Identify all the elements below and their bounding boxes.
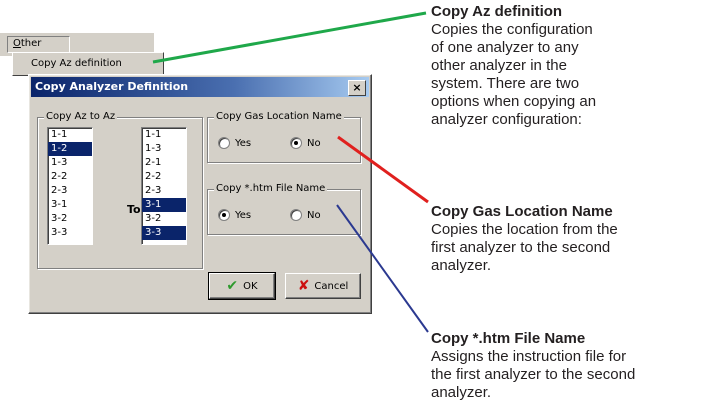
annotation-copy-az-definition: Copy Az definition Copies the configurat… [431, 3, 596, 129]
annotation-line: system. There are two [431, 75, 580, 92]
annotation-line: Copies the location from the [431, 221, 618, 238]
annotation-line: of one analyzer to any [431, 39, 579, 56]
annotation-line: Copies the configuration [431, 21, 593, 38]
annotation-line: first analyzer to the second [431, 239, 611, 256]
annotation-line: options when copying an [431, 93, 597, 110]
annotation-line: analyzer. [431, 384, 492, 401]
annotation-line: the first analyzer to the second [431, 366, 636, 383]
copy-htm-file-leader-line [336, 204, 429, 333]
annotation-line: other analyzer in the [431, 57, 567, 74]
annotation-heading: Copy Az definition [431, 3, 563, 20]
copy-gas-location-leader-line [337, 135, 429, 204]
annotation-copy-htm-file: Copy *.htm File Name Assigns the instruc… [431, 330, 635, 402]
annotation-copy-gas-location: Copy Gas Location Name Copies the locati… [431, 203, 618, 275]
copy-az-definition-leader-line [152, 11, 427, 64]
annotation-line: analyzer configuration: [431, 111, 582, 128]
annotation-heading: Copy Gas Location Name [431, 203, 613, 220]
annotation-line: analyzer. [431, 257, 492, 274]
annotation-heading: Copy *.htm File Name [431, 330, 586, 347]
annotation-line: Assigns the instruction file for [431, 348, 627, 365]
